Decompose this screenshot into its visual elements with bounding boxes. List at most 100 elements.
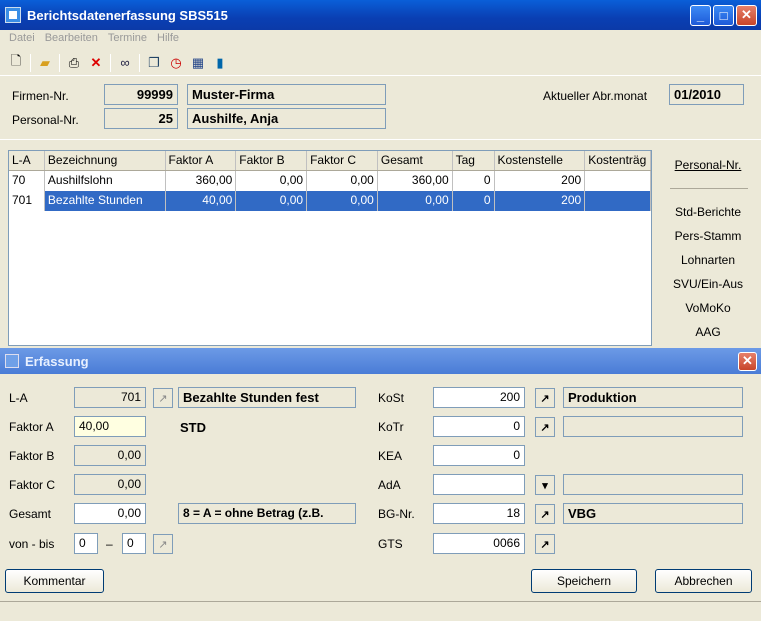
kost-label: KoSt — [378, 391, 405, 405]
unit-label: STD — [180, 420, 206, 435]
von-input[interactable]: 0 — [74, 533, 98, 554]
delete-icon[interactable]: ✕ — [85, 52, 107, 74]
kost-input[interactable]: 200 — [433, 387, 525, 408]
col-bezeichnung[interactable]: Bezeichnung — [45, 151, 166, 170]
la-lookup-button[interactable]: ↗ — [153, 388, 173, 408]
maximize-button[interactable]: □ — [713, 4, 734, 26]
main-titlebar: Berichtsdatenerfassung SBS515 _ □ ✕ — [0, 0, 761, 30]
menu-termine[interactable]: Termine — [103, 30, 152, 48]
vonbis-dash: – — [106, 537, 113, 551]
col-kostentraeger[interactable]: Kostenträg — [585, 151, 651, 170]
vonbis-lookup-button[interactable]: ↗ — [153, 534, 173, 554]
calendar-icon[interactable]: ▦ — [187, 52, 209, 74]
personal-name-field: Aushilfe, Anja — [187, 108, 386, 129]
menu-datei[interactable]: Datei — [4, 30, 40, 48]
col-faktor-c[interactable]: Faktor C — [307, 151, 378, 170]
abrmonat-field: 01/2010 — [669, 84, 744, 105]
side-lohnarten[interactable]: Lohnarten — [660, 253, 756, 267]
kotr-lookup-button[interactable]: ↗ — [535, 417, 555, 437]
personal-nr-field: 25 — [104, 108, 178, 129]
ada-text-field — [563, 474, 743, 495]
abbrechen-button[interactable]: Abbrechen — [655, 569, 752, 593]
minimize-button[interactable]: _ — [690, 4, 711, 26]
cell-faktor-a: 40,00 — [166, 191, 237, 211]
dialog-close-button[interactable]: ✕ — [738, 351, 757, 371]
col-tag[interactable]: Tag — [453, 151, 495, 170]
gesamt-text-field: 8 = A = ohne Betrag (z.B. — [178, 503, 356, 524]
bgnr-text-field: VBG — [563, 503, 743, 524]
kost-lookup-button[interactable]: ↗ — [535, 388, 555, 408]
window-title: Berichtsdatenerfassung SBS515 — [27, 7, 228, 23]
statusbar — [0, 601, 761, 621]
toolbar-separator — [59, 53, 60, 72]
la-label: L-A — [9, 391, 28, 405]
cell-kostenstelle: 200 — [495, 171, 586, 191]
kost-text-field: Produktion — [563, 387, 743, 408]
ada-input[interactable] — [433, 474, 525, 495]
cell-kostentraeger — [585, 191, 651, 211]
dialog-title: Erfassung — [25, 353, 89, 369]
kotr-label: KoTr — [378, 420, 404, 434]
menu-bearbeiten[interactable]: Bearbeiten — [40, 30, 103, 48]
faktor-c-field: 0,00 — [74, 474, 146, 495]
cell-gesamt: 360,00 — [378, 171, 453, 191]
toolbar-separator — [139, 53, 140, 72]
gts-label: GTS — [378, 537, 403, 551]
side-svu[interactable]: SVU/Ein-Aus — [660, 277, 756, 291]
cell-kostenstelle: 200 — [495, 191, 586, 211]
menu-hilfe[interactable]: Hilfe — [152, 30, 184, 48]
menubar: Datei Bearbeiten Termine Hilfe — [0, 30, 761, 48]
bgnr-label: BG-Nr. — [378, 507, 415, 521]
binoculars-icon[interactable]: ∞ — [114, 52, 136, 74]
col-gesamt[interactable]: Gesamt — [378, 151, 453, 170]
chart-icon[interactable]: ▮ — [209, 52, 231, 74]
col-la[interactable]: L-A — [9, 151, 45, 170]
faktor-a-input[interactable]: 40,00 — [74, 416, 146, 437]
vonbis-label: von - bis — [9, 537, 55, 551]
side-std-berichte[interactable]: Std-Berichte — [660, 205, 756, 219]
toolbar: 🗋 ▰ ⎙ ✕ ∞ ❐ ◷ ▦ ▮ — [0, 50, 761, 76]
col-faktor-b[interactable]: Faktor B — [236, 151, 308, 170]
la-text-field: Bezahlte Stunden fest — [178, 387, 356, 408]
cell-faktor-a: 360,00 — [166, 171, 237, 191]
dialog-icon — [5, 354, 19, 368]
kotr-input[interactable]: 0 — [433, 416, 525, 437]
firmen-nr-label: Firmen-Nr. — [12, 89, 69, 103]
new-icon[interactable]: 🗋 — [5, 52, 27, 74]
side-pers-stamm[interactable]: Pers-Stamm — [660, 229, 756, 243]
personal-nr-label: Personal-Nr. — [12, 113, 79, 127]
kotr-text-field — [563, 416, 743, 437]
copy-icon[interactable]: ❐ — [143, 52, 165, 74]
faktor-b-field: 0,00 — [74, 445, 146, 466]
open-folder-icon[interactable]: ▰ — [34, 52, 56, 74]
cell-faktor-c: 0,00 — [307, 191, 378, 211]
side-vomoko[interactable]: VoMoKo — [660, 301, 756, 315]
side-aag[interactable]: AAG — [660, 325, 756, 339]
lohnarten-table[interactable]: L-A Bezeichnung Faktor A Faktor B Faktor… — [8, 150, 652, 346]
side-divider — [670, 188, 748, 189]
col-faktor-a[interactable]: Faktor A — [166, 151, 237, 170]
firmen-name-field: Muster-Firma — [187, 84, 386, 105]
clock-icon[interactable]: ◷ — [165, 52, 187, 74]
table-row[interactable]: 70 Aushilfslohn 360,00 0,00 0,00 360,00 … — [9, 171, 651, 191]
col-kostenstelle[interactable]: Kostenstelle — [495, 151, 586, 170]
close-button[interactable]: ✕ — [736, 4, 757, 26]
kommentar-button[interactable]: Kommentar — [5, 569, 104, 593]
app-icon — [5, 7, 21, 23]
print-icon[interactable]: ⎙ — [63, 52, 85, 74]
gesamt-input[interactable]: 0,00 — [74, 503, 146, 524]
toolbar-separator — [30, 53, 31, 72]
bgnr-lookup-button[interactable]: ↗ — [535, 504, 555, 524]
ada-dropdown-button[interactable]: ▾ — [535, 475, 555, 495]
kea-input[interactable]: 0 — [433, 445, 525, 466]
speichern-button[interactable]: Speichern — [531, 569, 637, 593]
ada-label: AdA — [378, 478, 401, 492]
gts-lookup-button[interactable]: ↗ — [535, 534, 555, 554]
cell-kostentraeger — [585, 171, 651, 191]
gts-input[interactable]: 0066 — [433, 533, 525, 554]
faktor-c-label: Faktor C — [9, 478, 56, 492]
side-personal-nr[interactable]: Personal-Nr. — [660, 158, 756, 172]
bis-input[interactable]: 0 — [122, 533, 146, 554]
table-row-selected[interactable]: 701 Bezahlte Stunden 40,00 0,00 0,00 0,0… — [9, 191, 651, 211]
bgnr-input[interactable]: 18 — [433, 503, 525, 524]
